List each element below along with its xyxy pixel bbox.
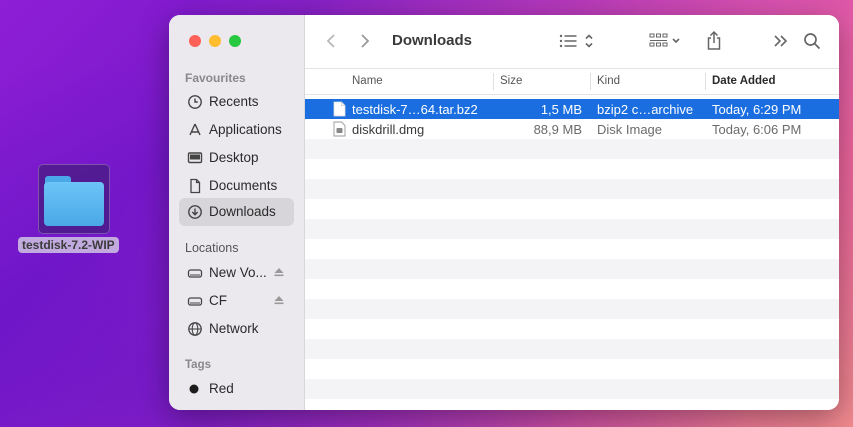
sidebar-item-new-volume[interactable]: New Vo... — [179, 259, 294, 287]
desktop-folder-label[interactable]: testdisk-7.2-WIP — [18, 237, 119, 253]
content-area: Downloads Name Size Kind Date Added test… — [305, 15, 839, 410]
empty-row — [305, 339, 839, 359]
sidebar-item-label: Red — [209, 381, 234, 396]
file-name: testdisk-7…64.tar.bz2 — [352, 102, 478, 117]
sidebar-item-label: Desktop — [209, 150, 259, 165]
sidebar-item-label: Applications — [209, 122, 282, 137]
file-list: testdisk-7…64.tar.bz2 1,5 MB bzip2 c…arc… — [305, 99, 839, 410]
column-name[interactable]: Name — [352, 75, 383, 87]
sidebar-item-tag-red[interactable]: Red — [179, 375, 294, 403]
sidebar-item-label: Recents — [209, 94, 259, 109]
sidebar-item-label: Documents — [209, 178, 278, 193]
download-icon — [188, 205, 202, 219]
table-row[interactable]: diskdrill.dmg 88,9 MB Disk Image Today, … — [305, 119, 839, 139]
empty-row — [305, 259, 839, 279]
column-kind[interactable]: Kind — [597, 75, 620, 87]
tag-dot-icon — [189, 384, 199, 394]
sidebar-item-label: Downloads — [209, 204, 276, 219]
empty-row — [305, 219, 839, 239]
sidebar-item-desktop[interactable]: Desktop — [179, 144, 294, 172]
view-list-icon[interactable] — [558, 29, 596, 53]
sidebar-item-documents[interactable]: Documents — [179, 172, 294, 200]
sidebar-item-label: New Vo... — [209, 265, 267, 280]
sidebar: Favourites Recents Applications Desktop … — [169, 15, 305, 410]
eject-icon[interactable] — [272, 293, 286, 307]
column-date-added[interactable]: Date Added — [712, 75, 775, 87]
toolbar: Downloads — [305, 15, 839, 67]
search-icon[interactable] — [800, 29, 824, 53]
sidebar-item-cf[interactable]: CF — [179, 287, 294, 315]
eject-icon[interactable] — [272, 265, 286, 279]
table-row[interactable]: testdisk-7…64.tar.bz2 1,5 MB bzip2 c…arc… — [305, 99, 839, 119]
close-button[interactable] — [189, 35, 201, 47]
empty-row — [305, 379, 839, 399]
file-name: diskdrill.dmg — [352, 122, 425, 137]
empty-row — [305, 139, 839, 159]
zoom-button[interactable] — [229, 35, 241, 47]
drive-icon — [187, 269, 203, 278]
file-kind: bzip2 c…archive — [597, 102, 694, 117]
sidebar-item-label: Network — [209, 321, 259, 336]
share-icon[interactable] — [702, 29, 726, 53]
more-toolbar-icon[interactable] — [769, 29, 793, 53]
finder-window: Favourites Recents Applications Desktop … — [169, 15, 839, 410]
group-by-icon[interactable] — [649, 29, 687, 53]
sidebar-item-network[interactable]: Network — [179, 315, 294, 343]
drive-icon — [187, 297, 203, 306]
file-kind: Disk Image — [597, 122, 663, 137]
disk-image-icon — [333, 121, 346, 137]
file-icon — [333, 101, 346, 117]
minimize-button[interactable] — [209, 35, 221, 47]
empty-row — [305, 179, 839, 199]
sidebar-item-recents[interactable]: Recents — [179, 88, 294, 116]
document-icon — [190, 178, 201, 194]
sidebar-item-label: CF — [209, 293, 227, 308]
file-date: Today, 6:29 PM — [712, 102, 802, 117]
clock-icon — [188, 95, 202, 109]
file-size: 88,9 MB — [533, 122, 582, 137]
forward-button[interactable] — [353, 29, 377, 53]
column-size[interactable]: Size — [500, 75, 522, 87]
desktop-folder-icon[interactable] — [38, 164, 110, 234]
file-date: Today, 6:06 PM — [712, 122, 802, 137]
sidebar-item-downloads[interactable]: Downloads — [179, 198, 294, 226]
desktop-icon — [187, 152, 203, 164]
back-button[interactable] — [319, 29, 343, 53]
network-icon — [188, 322, 202, 336]
window-title: Downloads — [392, 32, 473, 49]
favourites-heading: Favourites — [185, 71, 246, 85]
column-header: Name Size Kind Date Added — [305, 68, 839, 95]
sidebar-item-applications[interactable]: Applications — [179, 116, 294, 144]
locations-heading: Locations — [185, 241, 239, 255]
tags-heading: Tags — [185, 359, 211, 371]
file-size: 1,5 MB — [540, 102, 582, 117]
applications-icon — [189, 123, 201, 136]
empty-row — [305, 299, 839, 319]
